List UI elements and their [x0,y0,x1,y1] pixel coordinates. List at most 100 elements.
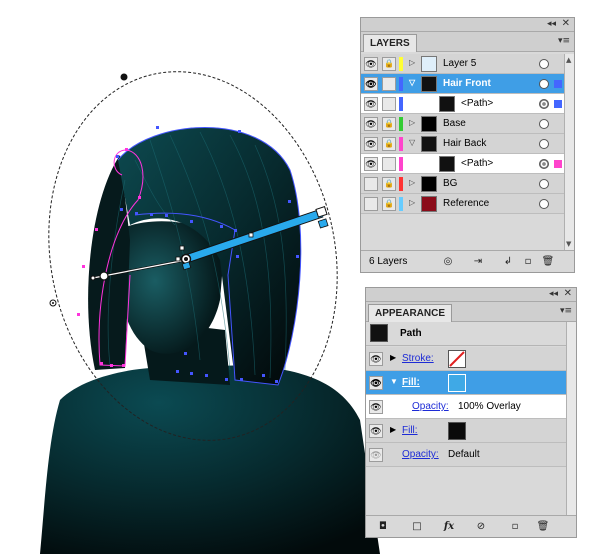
tab-appearance[interactable]: APPEARANCE [368,304,453,322]
expand-triangle-icon[interactable]: ▷ [409,118,415,127]
fill2-label-link[interactable]: Fill: [402,425,418,436]
lock-toggle-icon[interactable]: 🔒 [382,117,396,131]
stroke-none-swatch[interactable] [448,350,466,368]
layers-collapse-button[interactable]: ◂◂ [547,19,556,29]
gradient-stop-right[interactable] [317,218,329,229]
visibility-eye-icon[interactable]: 👁 [364,137,378,151]
delete-item-icon[interactable]: 🗑 [536,520,550,534]
locate-object-icon[interactable]: ◎ [441,255,455,269]
target-circle-icon[interactable] [539,99,549,109]
opacity2-visibility-eye-icon[interactable]: 👁 [369,448,383,462]
layers-panel-menu-icon[interactable]: ▾≡ [558,36,570,46]
target-circle-icon[interactable] [539,179,549,189]
visibility-eye-icon[interactable]: 👁 [364,157,378,171]
gradient-midpoint-dot [184,257,188,261]
appearance-close-button[interactable]: ✕ [564,288,572,299]
stroke-visibility-eye-icon[interactable]: 👁 [369,352,383,366]
target-circle-icon[interactable] [539,139,549,149]
stroke-label-link[interactable]: Stroke: [402,353,434,364]
duplicate-item-icon[interactable]: ▫ [508,520,522,534]
appearance-titlebar[interactable]: ◂◂ ✕ [366,288,576,302]
visibility-eye-icon[interactable]: 👁 [364,117,378,131]
visibility-eye-icon[interactable] [364,177,378,191]
collapse-triangle-icon[interactable]: ▽ [409,138,415,147]
layers-titlebar[interactable]: ◂◂ ✕ [361,18,574,32]
stroke-expand-icon[interactable]: ▶ [390,353,396,362]
target-circle-icon[interactable] [539,159,549,169]
opacity1-label-link[interactable]: Opacity: [412,401,449,412]
fill1-label-link[interactable]: Fill: [402,377,420,388]
visibility-eye-icon[interactable] [364,197,378,211]
target-circle-icon[interactable] [539,119,549,129]
appearance-fill-row-2[interactable]: 👁 ▶ Fill: [366,419,576,443]
layer-row[interactable]: 👁 🔒 ▷ Layer 5 [361,54,565,74]
appearance-fill-row-selected[interactable]: 👁 ▼ Fill: [366,371,576,395]
sublayer-row[interactable]: 👁 <Path> [361,154,565,174]
make-clipping-mask-icon[interactable]: ⇥ [471,255,485,269]
scroll-up-icon[interactable]: ▲ [566,56,571,64]
lock-toggle-icon[interactable]: 🔒 [382,57,396,71]
layer-row[interactable]: 🔒 ▷ Reference [361,194,565,214]
fill2-black-swatch[interactable] [448,422,466,440]
gradient-start-stop[interactable] [90,275,96,281]
add-new-stroke-icon[interactable]: ◘ [376,520,390,534]
layer-thumbnail [421,196,437,212]
gradient-endpoint[interactable] [315,206,328,218]
fill1-visibility-eye-icon[interactable]: 👁 [369,376,383,390]
expand-triangle-icon[interactable]: ▷ [409,178,415,187]
opacity2-label-link[interactable]: Opacity: [402,449,439,460]
tab-layers[interactable]: LAYERS [363,34,417,52]
clear-appearance-icon[interactable]: ⊘ [474,520,488,534]
gradient-bar-mid[interactable] [248,232,254,238]
layers-close-button[interactable]: ✕ [562,18,570,29]
visibility-eye-icon[interactable]: 👁 [364,97,378,111]
gradient-origin[interactable] [99,271,109,281]
layer-name: Base [443,118,466,129]
layer-row[interactable]: 👁 🔒 ▷ Base [361,114,565,134]
appearance-stroke-row[interactable]: 👁 ▶ Stroke: [366,347,576,371]
fill1-gradient-swatch[interactable] [448,374,466,392]
target-circle-icon[interactable] [539,199,549,209]
expand-triangle-icon[interactable]: ▷ [409,58,415,67]
scroll-down-icon[interactable]: ▼ [566,240,571,248]
gradient-color-stop-small[interactable] [175,256,181,262]
lock-toggle-icon[interactable]: 🔒 [382,197,396,211]
visibility-eye-icon[interactable]: 👁 [364,57,378,71]
appearance-panel-menu-icon[interactable]: ▾≡ [560,306,572,316]
new-sublayer-icon[interactable]: ↲ [501,255,515,269]
lock-toggle-icon[interactable]: 🔒 [382,177,396,191]
add-new-fill-icon[interactable]: □ [410,520,424,534]
new-layer-icon[interactable]: ▫ [521,255,535,269]
appearance-opacity-row-2[interactable]: 👁 Opacity: Default [366,443,576,467]
layer-count: 6 Layers [369,256,408,267]
fill2-expand-icon[interactable]: ▶ [390,425,396,434]
target-circle-icon[interactable] [539,79,549,89]
none-slash-icon [449,351,465,367]
appearance-scrollbar[interactable] [566,322,576,516]
layer-row[interactable]: 👁 ▽ Hair Front [361,74,565,94]
gradient-diamond[interactable] [179,245,185,251]
fx-icon[interactable]: fx [442,520,456,534]
visibility-eye-icon[interactable]: 👁 [364,77,378,91]
ellipse-rotate-handle[interactable] [120,73,128,81]
appearance-collapse-button[interactable]: ◂◂ [549,289,558,299]
target-circle-icon[interactable] [539,59,549,69]
layer-row[interactable]: 🔒 ▷ BG [361,174,565,194]
collapse-triangle-icon[interactable]: ▽ [409,78,415,87]
sublayer-row[interactable]: 👁 <Path> [361,94,565,114]
layer-row[interactable]: 👁 🔒 ▽ Hair Back [361,134,565,154]
lock-toggle-icon[interactable] [382,157,396,171]
lock-toggle-icon[interactable]: 🔒 [382,137,396,151]
selection-square-icon[interactable] [554,160,562,168]
delete-icon[interactable]: 🗑 [541,255,555,269]
lock-toggle-icon[interactable] [382,77,396,91]
appearance-opacity-row-1[interactable]: 👁 Opacity: 100% Overlay [366,395,576,419]
expand-triangle-icon[interactable]: ▷ [409,198,415,207]
fill1-collapse-icon[interactable]: ▼ [390,377,398,386]
layers-scrollbar[interactable]: ▲ ▼ [564,54,574,250]
lock-toggle-icon[interactable] [382,97,396,111]
fill2-visibility-eye-icon[interactable]: 👁 [369,424,383,438]
selection-square-icon[interactable] [554,100,562,108]
selection-square-icon[interactable] [554,80,562,88]
opacity1-visibility-eye-icon[interactable]: 👁 [369,400,383,414]
